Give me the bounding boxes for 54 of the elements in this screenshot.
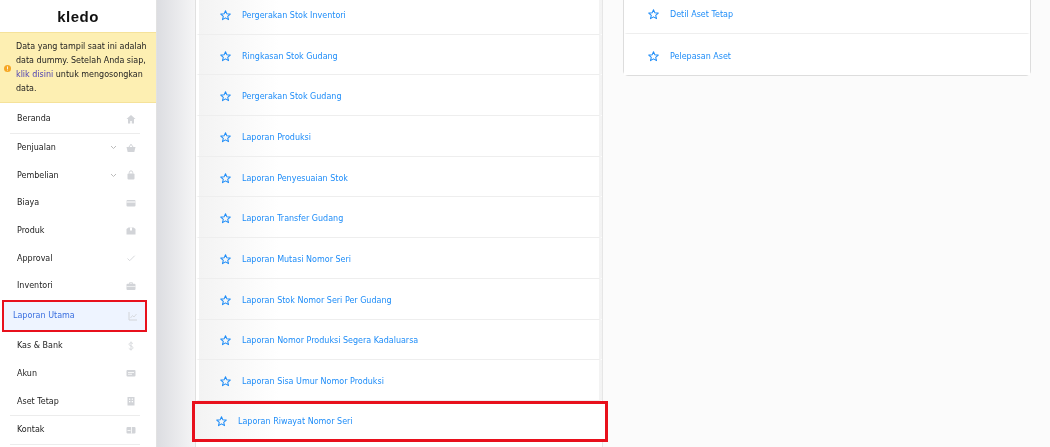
star-icon bbox=[648, 50, 659, 62]
chart-icon bbox=[128, 310, 138, 321]
sidebar-item[interactable]: Biaya bbox=[2, 189, 154, 217]
bag-icon bbox=[126, 170, 136, 181]
sidebar-item[interactable]: Approval bbox=[2, 244, 154, 273]
caret-icon bbox=[110, 145, 117, 151]
report-link[interactable]: Laporan Produksi bbox=[196, 116, 602, 157]
sidebar-item[interactable]: Beranda bbox=[2, 105, 154, 133]
report-link[interactable]: Pergerakan Stok Inventori bbox=[196, 0, 602, 35]
warning-icon bbox=[4, 64, 11, 72]
briefcase-icon bbox=[126, 280, 136, 291]
card-icon bbox=[126, 197, 136, 208]
basket-icon bbox=[126, 142, 136, 153]
sidebar-item[interactable]: Kas & Bank bbox=[2, 331, 154, 360]
star-icon bbox=[220, 172, 231, 184]
report-link[interactable]: Laporan Penyesuaian Stok bbox=[196, 156, 602, 198]
star-icon bbox=[216, 415, 227, 427]
contact-card-icon bbox=[126, 424, 136, 435]
star-icon bbox=[220, 91, 231, 103]
sidebar-item[interactable]: Akun bbox=[2, 359, 154, 388]
dollar-icon bbox=[126, 340, 136, 351]
box-icon bbox=[126, 225, 136, 236]
report-link[interactable]: Pergerakan Stok Gudang bbox=[196, 75, 602, 117]
star-icon bbox=[220, 9, 231, 21]
sidebar-item[interactable]: Aset Tetap bbox=[2, 387, 154, 415]
sidebar-item[interactable]: Kontak bbox=[2, 415, 154, 444]
notice-text: Data yang tampil saat ini adalah data dummy. Setelah Anda siap, klik disini untuk mengosongkan data. bbox=[16, 41, 148, 95]
sidebar-item[interactable]: Inventori bbox=[2, 272, 154, 300]
report-link[interactable]: Laporan Riwayat Nomor Seri bbox=[192, 400, 608, 442]
id-card-icon bbox=[126, 368, 136, 379]
star-icon bbox=[220, 335, 231, 347]
sidebar-item[interactable]: Laporan Utama bbox=[2, 299, 147, 332]
report-link[interactable]: Ringkasan Stok Gudang bbox=[196, 34, 602, 76]
star-icon bbox=[220, 50, 231, 62]
report-link[interactable]: Laporan Nomor Produksi Segera Kadaluarsa bbox=[196, 319, 602, 361]
report-link[interactable]: Laporan Sisa Umur Nomor Produksi bbox=[196, 360, 602, 401]
star-icon bbox=[648, 9, 659, 20]
home-icon bbox=[126, 113, 136, 124]
caret-icon bbox=[110, 172, 117, 178]
star-icon bbox=[220, 253, 231, 265]
notice-link[interactable]: klik disini bbox=[16, 70, 54, 79]
check-icon bbox=[126, 253, 136, 264]
star-icon bbox=[220, 131, 231, 143]
building-icon bbox=[126, 396, 136, 407]
star-icon bbox=[220, 213, 231, 225]
report-link[interactable]: Laporan Stok Nomor Seri Per Gudang bbox=[196, 278, 602, 320]
report-link[interactable]: Laporan Transfer Gudang bbox=[196, 197, 602, 239]
logo: kledo bbox=[57, 8, 99, 25]
star-icon bbox=[220, 376, 231, 388]
star-icon bbox=[220, 294, 231, 306]
sidebar-item[interactable]: Pembelian bbox=[2, 161, 154, 190]
sidebar-item[interactable]: Produk bbox=[2, 216, 154, 245]
report-link[interactable]: Laporan Mutasi Nomor Seri bbox=[196, 238, 602, 279]
sidebar-item[interactable]: Penjualan bbox=[2, 133, 154, 162]
